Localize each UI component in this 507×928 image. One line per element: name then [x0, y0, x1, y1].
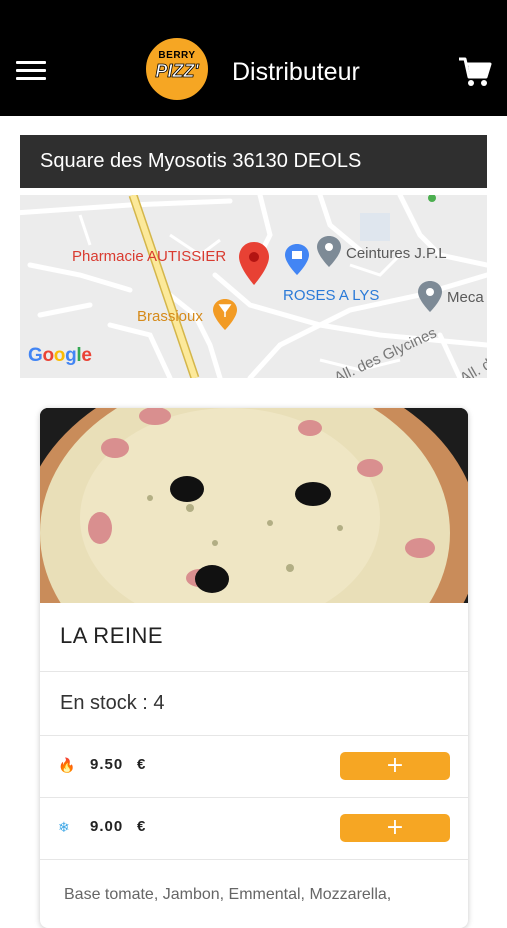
map-label-brassioux[interactable]: Brassioux — [137, 308, 203, 325]
map-label-pharmacy[interactable]: Pharmacie AUTISSIER — [72, 248, 226, 265]
stock-count: En stock : 4 — [60, 692, 165, 714]
logo-text-top: BERRY — [158, 50, 196, 61]
address-bar: Square des Myosotis 36130 DEOLS — [20, 135, 487, 188]
page-title: Distributeur — [232, 58, 360, 86]
map-label-meca[interactable]: Meca — [447, 289, 484, 306]
google-logo: Google — [28, 345, 92, 366]
logo-text-bottom: PIZZ' — [155, 61, 199, 82]
add-frozen-button[interactable]: + — [340, 814, 450, 842]
product-description: Base tomate, Jambon, Emmental, Mozzarell… — [64, 886, 392, 903]
map-label-ceintures[interactable]: Ceintures J.P.L — [346, 245, 447, 262]
app-header: BERRY PIZZ' Distributeur — [0, 0, 507, 116]
add-fresh-button[interactable]: + — [340, 752, 450, 780]
product-name-row: LA REINE — [40, 603, 468, 672]
price-value: 9.50 — [90, 756, 124, 773]
location-map[interactable]: Pharmacie AUTISSIER Ceintures J.P.L ROSE… — [20, 195, 487, 378]
price-currency: € — [137, 818, 146, 835]
menu-icon[interactable] — [16, 61, 46, 81]
price-row-fresh: 🔥 9.50 € + — [40, 736, 468, 798]
cart-icon[interactable] — [458, 56, 492, 88]
map-label-roses[interactable]: ROSES A LYS — [283, 287, 379, 304]
product-card: LA REINE En stock : 4 🔥 9.50 € + ❄ 9.00 … — [40, 408, 468, 928]
price-row-frozen: ❄ 9.00 € + — [40, 798, 468, 860]
price-value: 9.00 — [90, 818, 124, 835]
fire-icon: 🔥 — [58, 757, 76, 773]
stock-row: En stock : 4 — [40, 672, 468, 736]
berry-pizz-logo[interactable]: BERRY PIZZ' — [144, 36, 210, 102]
price-currency: € — [137, 756, 146, 773]
snowflake-icon: ❄ — [58, 819, 70, 835]
product-name: LA REINE — [60, 623, 164, 648]
pizza-photo — [40, 408, 468, 603]
